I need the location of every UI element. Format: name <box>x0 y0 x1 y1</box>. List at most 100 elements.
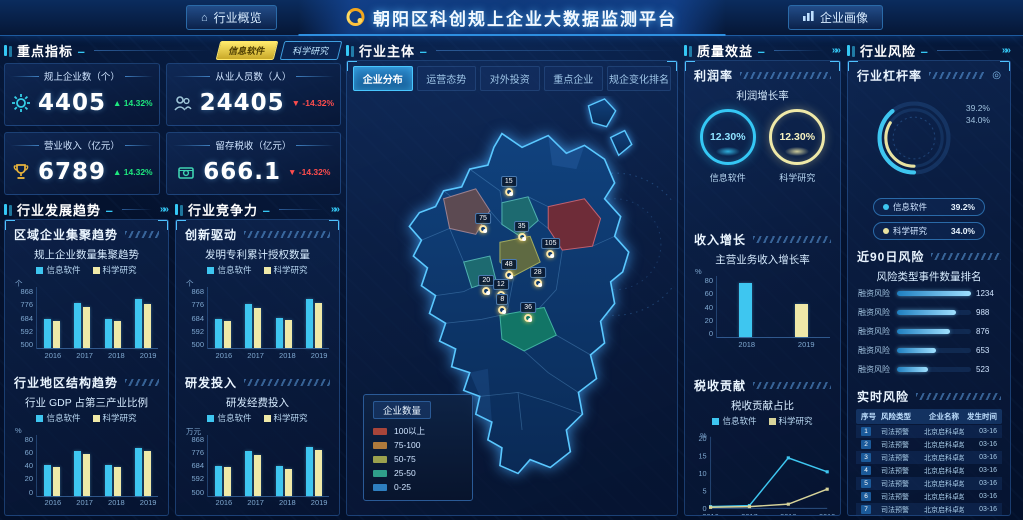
section-header-quality: 质量效益 »» <box>684 40 841 60</box>
chart-legend: 信息软件 科学研究 <box>689 415 836 427</box>
chart-title: 行业 GDP 占第三产业比例 <box>9 395 164 410</box>
risk-table-row[interactable]: 5司法预警 北京启科卓越科技有限公司03-16 <box>856 477 1002 490</box>
hatch-decoration <box>244 379 330 386</box>
section-title: 行业风险 <box>860 41 929 60</box>
filter-信息软件[interactable]: 信息软件 <box>216 41 279 60</box>
expand-icon[interactable]: »» <box>160 204 169 215</box>
map-marker[interactable]: 8 <box>496 294 508 314</box>
tab-label: 行业概览 <box>214 9 262 26</box>
chart-legend: 信息软件 科学研究 <box>180 264 335 276</box>
section-bars-icon <box>175 204 178 215</box>
svg-text:10: 10 <box>698 469 706 478</box>
tab-industry-overview[interactable]: ⌂ 行业概览 <box>186 5 277 30</box>
hatch-decoration <box>916 393 1001 400</box>
chart-legend: 信息软件 科学研究 <box>180 412 335 424</box>
stat-card: 营业收入（亿元） 6789 ▲ 14.32% <box>4 132 160 195</box>
hatch-decoration <box>125 379 159 386</box>
tab-label: 企业画像 <box>820 9 868 26</box>
risk-table-rows: 1司法预警 北京启科卓越科技有限公司03-16 2司法预警 北京启科卓越科技有限… <box>856 425 1002 516</box>
profit-rings: 12.30% 信息软件 12.30% 科学研究 <box>689 103 836 186</box>
map-marker[interactable]: 75 <box>475 213 491 233</box>
chart-title: 风险类型事件数量排名 <box>852 269 1006 284</box>
map-marker[interactable]: 20 <box>478 275 494 295</box>
chart-title: 利润增长率 <box>689 88 836 103</box>
risk-table-row[interactable]: 2司法预警 北京启科卓越科技有限公司03-16 <box>856 438 1002 451</box>
section-title: 行业竞争力 <box>188 200 271 219</box>
grouped-bar-chart: 个 868776684592500 2016201720182019 <box>9 278 164 361</box>
tab-enterprise-portrait[interactable]: 企业画像 <box>788 5 883 30</box>
tab-企业分布[interactable]: 企业分布 <box>353 66 413 91</box>
chart-block-gdp-share: 行业地区结构趋势 行业 GDP 占第三产业比例 信息软件 科学研究 % 8060… <box>5 368 168 516</box>
svg-text:2019: 2019 <box>819 512 835 516</box>
trophy-icon <box>11 162 31 182</box>
risk-bar-row: 融资风险 988 <box>852 303 1006 322</box>
divider <box>122 209 152 210</box>
map-marker[interactable]: 35 <box>514 221 530 241</box>
risk-table-row[interactable]: 7司法预警 北京启科卓越科技有限公司03-16 <box>856 503 1002 516</box>
divider <box>94 50 210 51</box>
block-title: 实时风险 <box>857 388 909 405</box>
stat-label: 营业收入（亿元） <box>11 138 153 152</box>
expand-icon[interactable]: »» <box>832 45 841 56</box>
risk-bar-row: 融资风险 653 <box>852 341 1006 360</box>
gauge-legend: 信息软件39.2%科学研究34.0% <box>852 198 1006 240</box>
svg-text:2017: 2017 <box>741 512 757 516</box>
stat-value: 4405 <box>38 90 106 116</box>
risk-table-row[interactable]: 4司法预警 北京启科卓越科技有限公司03-16 <box>856 464 1002 477</box>
stat-card: 规上企业数（个） 4405 ▲ 14.32% <box>4 63 160 126</box>
block-realtime-risk: 实时风险 序号风险类型企业名称发生时间 1司法预警 北京启科卓越科技有限公司03… <box>848 382 1010 516</box>
section-bars-icon <box>4 45 7 56</box>
risk-table-row[interactable]: 3司法预警 北京启科卓越科技有限公司03-16 <box>856 451 1002 464</box>
map-marker[interactable]: 48 <box>501 259 517 279</box>
leverage-gauge: 39.2%34.0% <box>852 90 1006 190</box>
expand-icon[interactable]: »» <box>1002 45 1011 56</box>
hatch-decoration <box>740 72 831 79</box>
stat-card: 留存税收（亿元） 666.1 ▼ -14.32% <box>166 132 341 195</box>
block-title: 研发投入 <box>185 374 237 391</box>
chart-legend: 信息软件 科学研究 <box>9 264 164 276</box>
chart-title: 主营业务收入增长率 <box>689 252 836 267</box>
top-header: ⌂ 行业概览 朝阳区科创规上企业大数据监测平台 企业画像 <box>0 0 1023 36</box>
bar-chart-icon <box>803 11 814 24</box>
stat-label: 留存税收（亿元） <box>173 138 334 152</box>
map-legend-rows: 100以上75-10050-7525-500-25 <box>373 424 463 494</box>
stat-card: 从业人员数（人） 24405 ▼ -14.32% <box>166 63 341 126</box>
stat-delta: ▼ -14.32% <box>288 167 330 177</box>
block-90day-risk: 近90日风险 风险类型事件数量排名 融资风险 1234 融资风险 988 融资风… <box>848 242 1010 382</box>
tab-规企变化排名[interactable]: 规企变化排名 <box>607 66 671 91</box>
ring-label: 信息软件 <box>710 171 746 184</box>
map-marker[interactable]: 105 <box>541 238 561 258</box>
map-marker[interactable]: 15 <box>501 176 517 196</box>
info-icon[interactable]: ◎ <box>992 70 1001 81</box>
gauge-legend-item: 科学研究34.0% <box>873 222 985 240</box>
chart-title: 规上企业数量集聚趋势 <box>9 247 164 262</box>
tab-对外投资[interactable]: 对外投资 <box>480 66 540 91</box>
legend-item: 25-50 <box>373 466 463 480</box>
risk-table-row[interactable]: 1司法预警 北京启科卓越科技有限公司03-16 <box>856 425 1002 438</box>
block-title: 创新驱动 <box>185 226 237 243</box>
hatch-decoration <box>125 231 159 238</box>
stat-delta: ▲ 14.32% <box>113 98 153 108</box>
tab-运营态势[interactable]: 运营态势 <box>417 66 477 91</box>
map-marker[interactable]: 28 <box>530 267 546 287</box>
tab-重点企业[interactable]: 重点企业 <box>544 66 604 91</box>
filter-科学研究[interactable]: 科学研究 <box>280 41 343 60</box>
block-title: 区域企业集聚趋势 <box>14 226 118 243</box>
risk-table-row[interactable]: 6司法预警 北京启科卓越科技有限公司03-16 <box>856 490 1002 503</box>
block-leverage: 行业杠杆率 ◎ 39.2%34.0% 信息软件39.2%科学研究34.0% <box>848 61 1010 242</box>
expand-icon[interactable]: »» <box>331 204 340 215</box>
profit-ring-science: 12.30% <box>769 109 825 165</box>
chart-title: 研发经费投入 <box>180 395 335 410</box>
map-marker[interactable]: 36 <box>520 302 536 322</box>
hatch-decoration <box>931 253 1001 260</box>
gear-icon <box>11 93 31 113</box>
stat-delta: ▲ 14.32% <box>113 167 153 177</box>
ring-label: 科学研究 <box>779 171 815 184</box>
section-title: 行业发展趋势 <box>17 200 114 219</box>
stat-value: 6789 <box>38 159 106 185</box>
block-title: 收入增长 <box>694 231 746 248</box>
stat-value: 24405 <box>200 90 285 116</box>
svg-text:20: 20 <box>698 434 706 443</box>
hatch-decoration <box>753 382 831 389</box>
svg-text:5: 5 <box>703 486 707 495</box>
